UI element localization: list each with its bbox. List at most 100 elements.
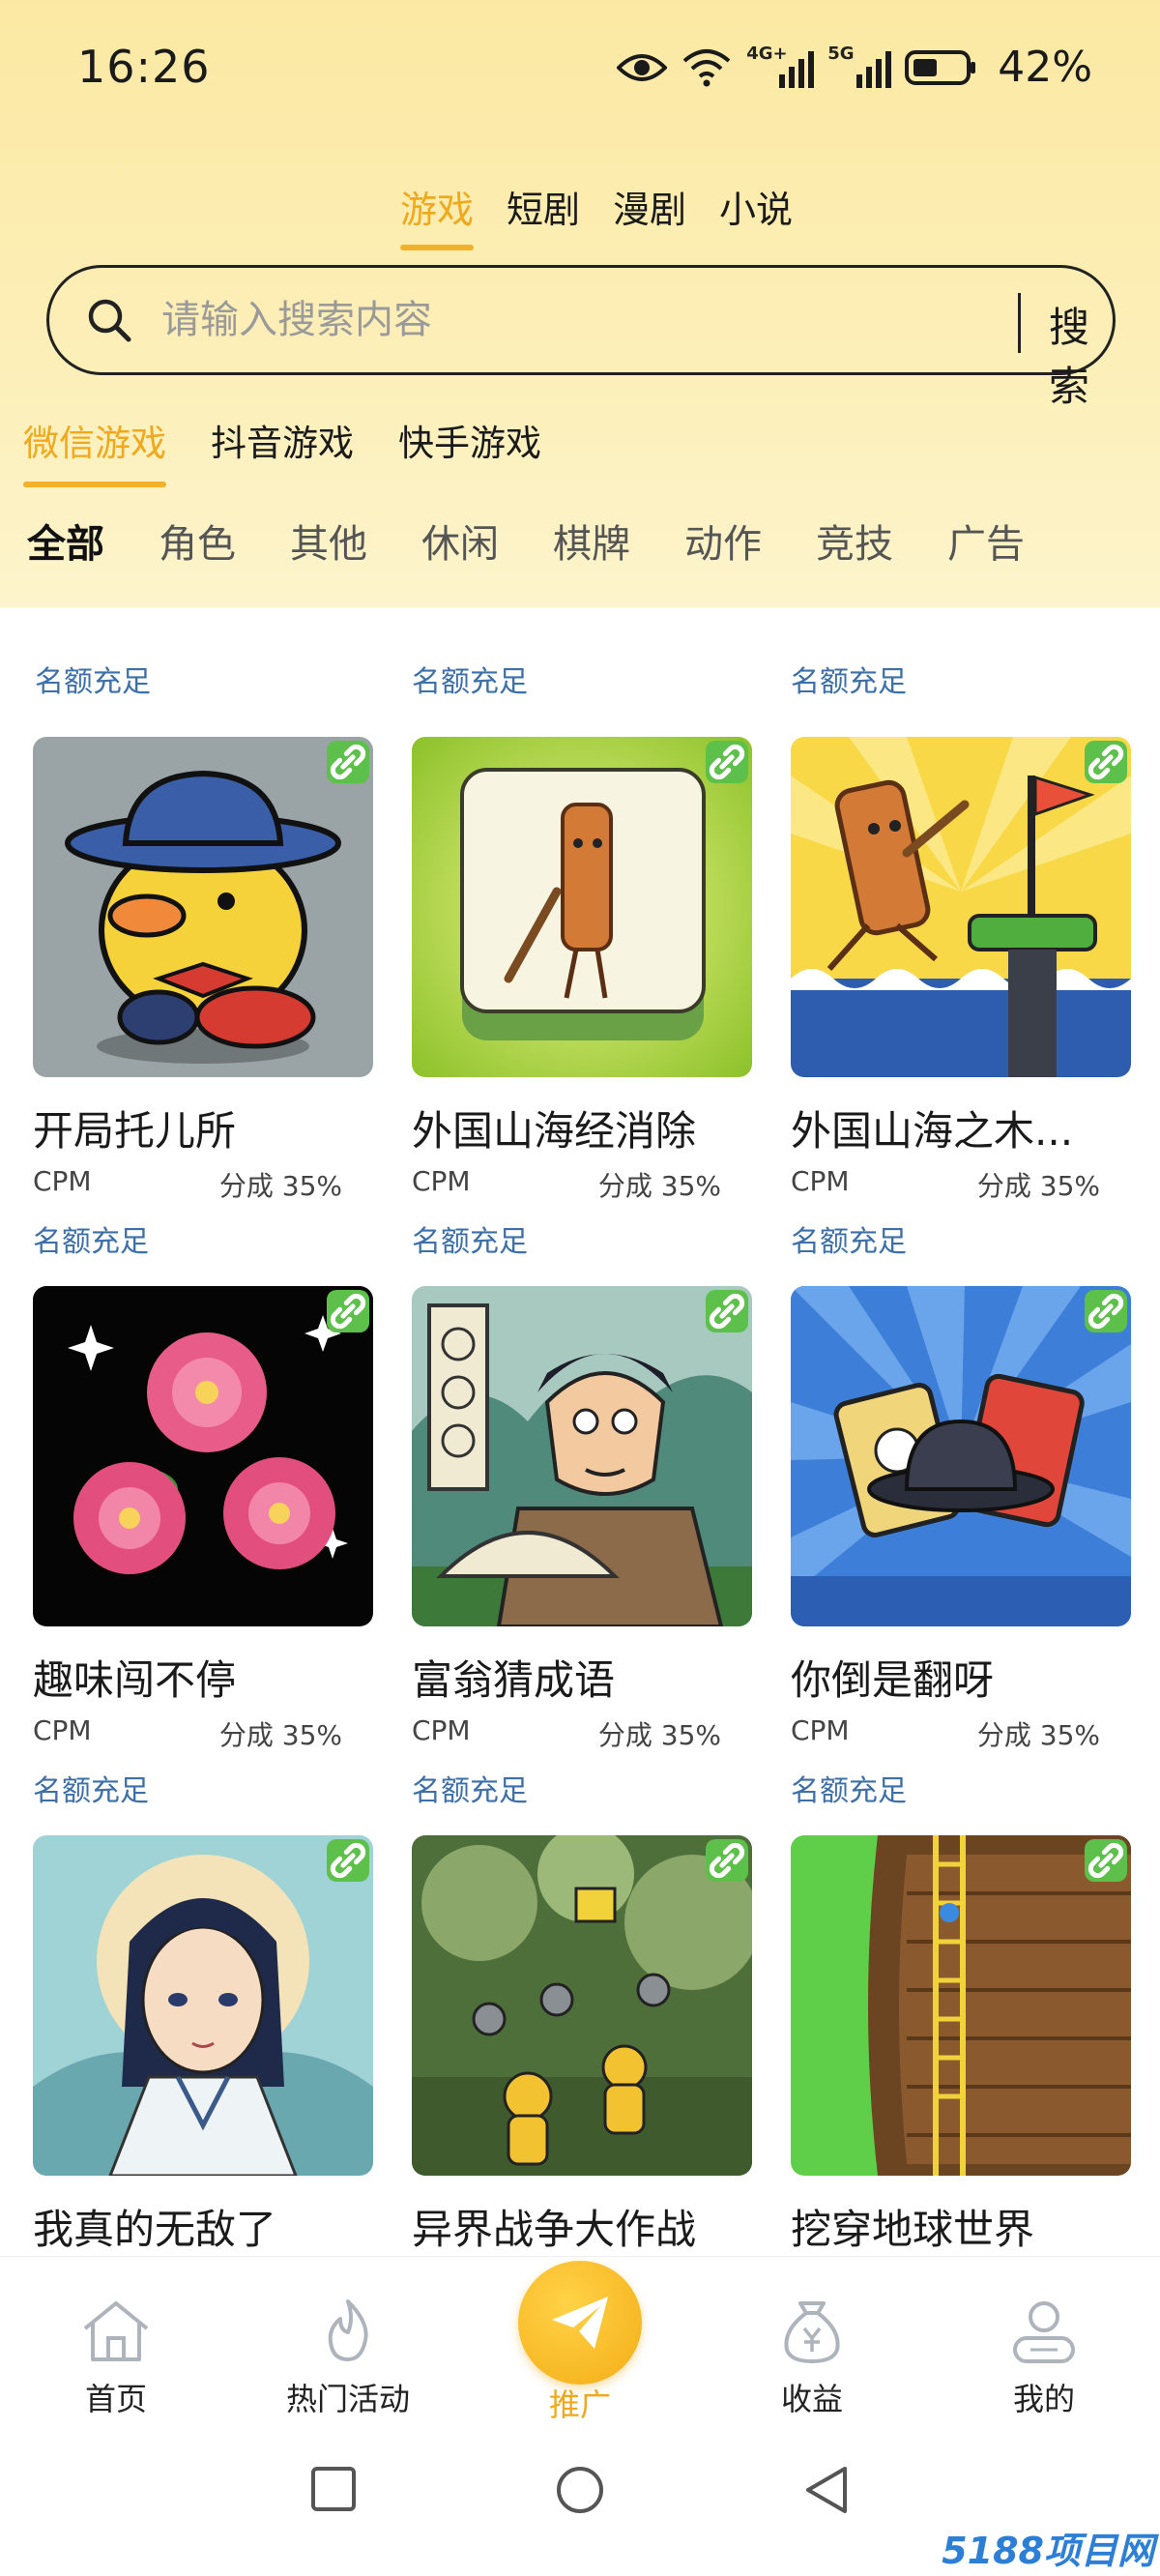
game-card[interactable]: 你倒是翻呀 CPM 分成 35% 名额充足	[791, 1286, 1131, 1809]
game-title: 异界战争大作战	[412, 2206, 697, 2253]
game-title: 趣味闯不停	[33, 1656, 237, 1704]
quota-note: 名额充足	[791, 1774, 907, 1808]
quota-note: 名额充足	[791, 665, 907, 699]
nav-label: 推广	[548, 2386, 611, 2423]
promote-button[interactable]	[518, 2261, 642, 2385]
genre-action[interactable]: 动作	[684, 512, 762, 569]
watermark: 5188项目网	[942, 2530, 1154, 2572]
quota-note: 名额充足	[412, 1774, 528, 1808]
revenue-share: 分成 35%	[218, 1719, 342, 1751]
status-time: 16:26	[77, 41, 211, 93]
search-divider	[1018, 293, 1021, 353]
search-button[interactable]: 搜索	[1049, 295, 1113, 413]
genre-board[interactable]: 棋牌	[553, 512, 630, 569]
game-card[interactable]: 外国山海之木... CPM 分成 35% 名额充足	[791, 737, 1131, 1260]
quota-note: 名额充足	[412, 665, 528, 699]
billing-type: CPM	[412, 1714, 471, 1746]
flame-icon	[328, 2299, 368, 2361]
wood-tile-art	[412, 737, 752, 1077]
platform-tabs: 微信游戏 抖音游戏 快手游戏	[23, 414, 541, 487]
swordsman-art	[33, 1835, 373, 2176]
quota-note: 名额充足	[412, 1225, 528, 1259]
search-icon	[88, 299, 131, 342]
search-input[interactable]	[161, 289, 993, 351]
revenue-share: 分成 35%	[597, 1719, 721, 1751]
link-icon	[327, 741, 369, 783]
game-grid: 名额充足 名额充足 名额充足 开局托儿所 CPM 分成 35% 名额充足 外国山海…	[0, 607, 1160, 2256]
nav-profile[interactable]: 我的	[947, 2296, 1141, 2419]
battery-icon	[905, 49, 976, 85]
game-card[interactable]: 外国山海经消除 CPM 分成 35% 名额充足	[412, 737, 752, 1260]
link-icon	[1085, 1839, 1127, 1882]
genre-role[interactable]: 角色	[159, 512, 236, 569]
genre-competitive[interactable]: 竞技	[816, 512, 893, 569]
quota-note: 名额充足	[33, 1774, 149, 1808]
game-card[interactable]: 挖穿地球世界	[791, 1835, 1131, 2256]
nav-hot-activities[interactable]: 热门活动	[251, 2296, 445, 2419]
dig-ladder-art	[791, 1835, 1131, 2176]
content-type-tabs: 游戏 短剧 漫剧 小说	[0, 180, 1160, 250]
genre-ad[interactable]: 广告	[947, 512, 1025, 569]
tab-wechat-games[interactable]: 微信游戏	[23, 414, 166, 487]
genre-other[interactable]: 其他	[290, 512, 367, 569]
pink-roses-art	[33, 1286, 373, 1626]
game-title: 外国山海经消除	[412, 1107, 697, 1155]
nav-earnings[interactable]: 收益	[715, 2296, 909, 2419]
tab-kuaishou-games[interactable]: 快手游戏	[398, 414, 541, 487]
revenue-share: 分成 35%	[976, 1719, 1100, 1751]
link-icon	[706, 741, 748, 783]
quota-note: 名额充足	[33, 1225, 149, 1259]
genre-tabs: 全部 角色 其他 休闲 棋牌 动作 竞技 广告	[27, 512, 1025, 569]
tab-comic-drama[interactable]: 漫剧	[613, 180, 686, 250]
game-title: 挖穿地球世界	[791, 2206, 1035, 2253]
paper-plane-icon	[552, 2297, 608, 2349]
nav-label: 收益	[780, 2381, 843, 2417]
revenue-share: 分成 35%	[218, 1170, 342, 1202]
game-card[interactable]: 异界战争大作战	[412, 1835, 752, 2256]
game-title: 我真的无敌了	[33, 2206, 277, 2253]
nav-label: 我的	[1012, 2381, 1075, 2417]
link-icon	[706, 1290, 748, 1332]
billing-type: CPM	[33, 1714, 92, 1746]
quota-note: 名额充足	[35, 665, 151, 699]
game-card[interactable]: 趣味闯不停 CPM 分成 35% 名额充足	[33, 1286, 373, 1809]
nav-label: 热门活动	[285, 2381, 410, 2417]
home-circle-icon[interactable]	[555, 2465, 605, 2515]
home-icon	[83, 2301, 149, 2361]
tab-novel[interactable]: 小说	[719, 180, 793, 250]
tab-games[interactable]: 游戏	[399, 180, 474, 250]
billing-type: CPM	[33, 1165, 92, 1197]
billing-type: CPM	[791, 1714, 850, 1746]
game-card[interactable]: 我真的无敌了	[33, 1835, 373, 2256]
game-title: 富翁猜成语	[412, 1656, 616, 1704]
wifi-icon	[682, 48, 731, 86]
genre-casual[interactable]: 休闲	[421, 512, 499, 569]
quota-note: 名额充足	[791, 1225, 907, 1259]
game-card[interactable]: 开局托儿所 CPM 分成 35% 名额充足	[33, 737, 373, 1260]
back-icon[interactable]	[802, 2465, 851, 2515]
hazmat-battle-art	[412, 1835, 752, 2176]
cards-hat-art	[791, 1286, 1131, 1626]
recent-apps-icon[interactable]	[309, 2465, 358, 2513]
signal-5g-icon: 5G	[827, 44, 892, 88]
search-bar: 搜索	[46, 265, 1116, 410]
tab-douyin-games[interactable]: 抖音游戏	[211, 414, 354, 487]
game-card[interactable]: 富翁猜成语 CPM 分成 35% 名额充足	[412, 1286, 752, 1809]
billing-type: CPM	[791, 1165, 850, 1197]
game-title: 外国山海之木...	[791, 1107, 1074, 1155]
link-icon	[1085, 741, 1127, 783]
genre-all[interactable]: 全部	[27, 512, 104, 569]
status-icons: 4G+ 5G 42%	[617, 43, 1092, 92]
revenue-share: 分成 35%	[597, 1170, 721, 1202]
nav-home[interactable]: 首页	[19, 2296, 213, 2419]
eye-icon	[617, 53, 668, 81]
revenue-share: 分成 35%	[976, 1170, 1100, 1202]
tab-short-drama[interactable]: 短剧	[507, 180, 580, 250]
wood-runner-flag-art	[791, 737, 1131, 1077]
duck-hat-art	[33, 737, 373, 1077]
nav-label: 首页	[84, 2381, 147, 2417]
link-icon	[327, 1839, 369, 1882]
game-title: 你倒是翻呀	[791, 1656, 995, 1704]
user-icon	[1013, 2301, 1075, 2363]
link-icon	[1085, 1290, 1127, 1332]
